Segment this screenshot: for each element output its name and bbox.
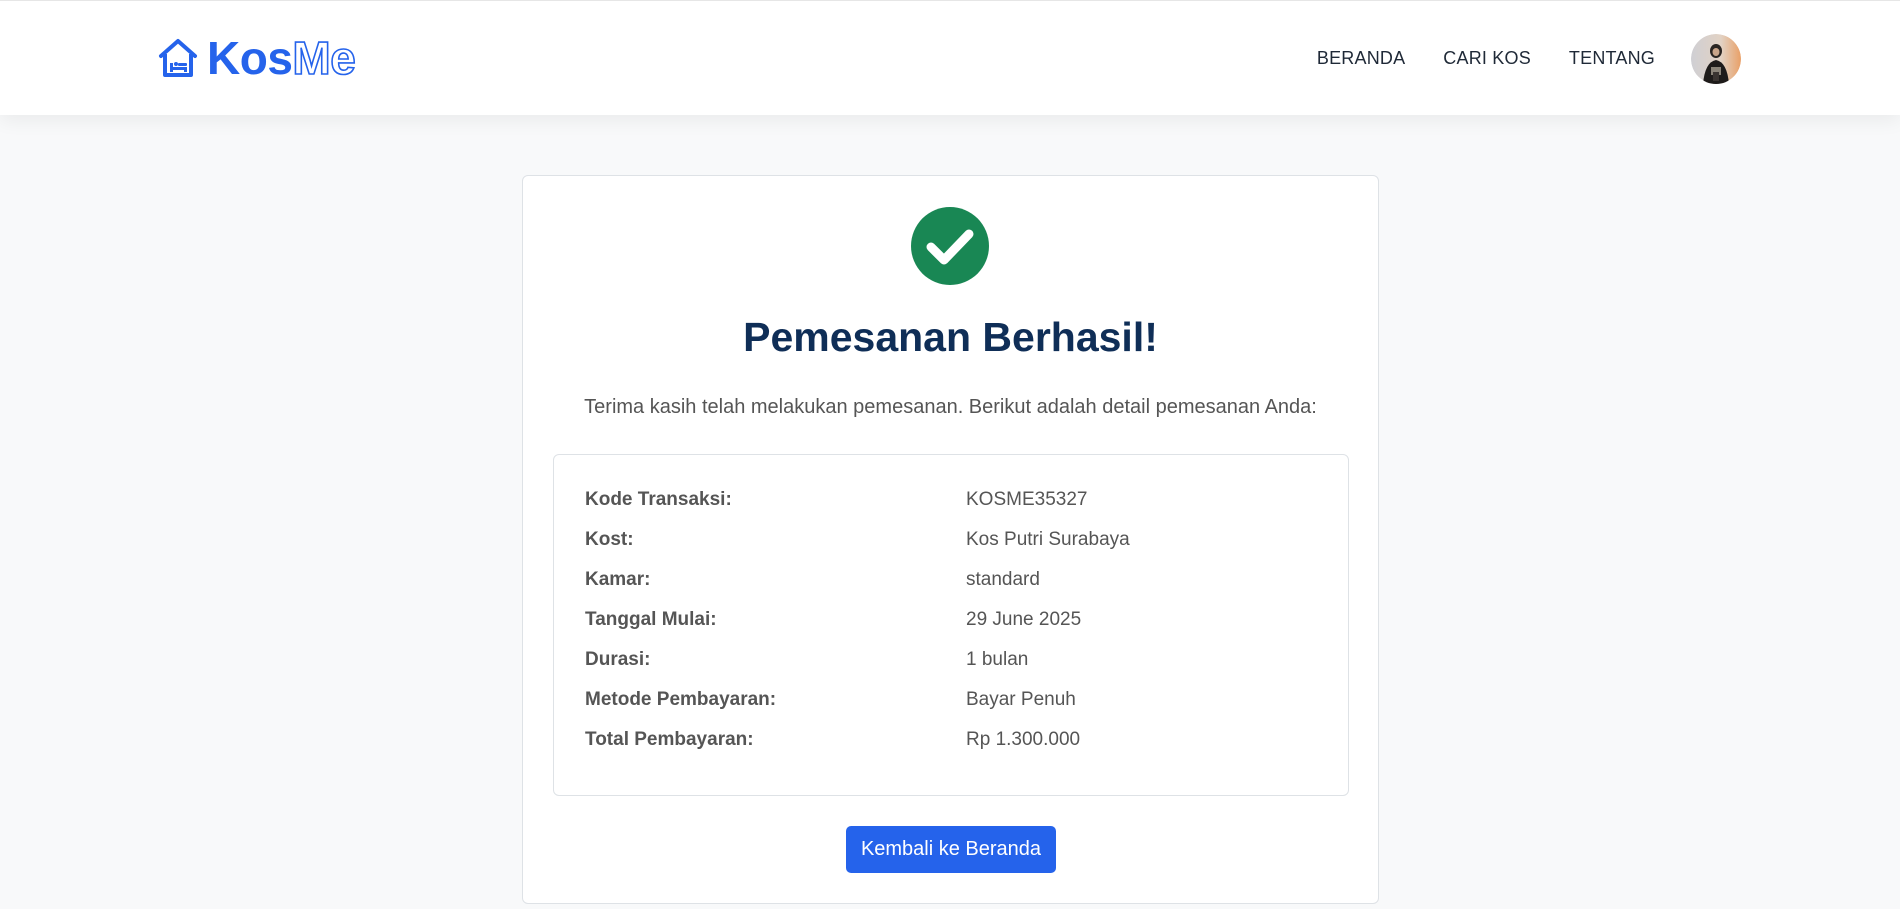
back-to-home-button[interactable]: Kembali ke Beranda — [846, 826, 1056, 873]
detail-label: Total Pembayaran: — [585, 729, 754, 750]
brand-name-me: Me — [292, 32, 357, 84]
detail-label: Tanggal Mulai: — [585, 609, 717, 630]
detail-row-kost: Kost: Kos Putri Surabaya — [585, 520, 1325, 560]
detail-row-duration: Durasi: 1 bulan — [585, 640, 1325, 680]
detail-row-room: Kamar: standard — [585, 560, 1325, 600]
house-bed-icon — [159, 39, 197, 77]
detail-label: Kamar: — [585, 569, 651, 590]
nav-link-beranda[interactable]: BERANDA — [1317, 48, 1405, 69]
brand-name-kos: Kos — [207, 32, 293, 84]
detail-label: Kode Transaksi: — [585, 489, 732, 510]
user-avatar[interactable] — [1691, 33, 1741, 84]
booking-success-card: Pemesanan Berhasil! Terima kasih telah m… — [522, 175, 1379, 904]
detail-value: Rp 1.300.000 — [966, 729, 1081, 750]
detail-row-payment-method: Metode Pembayaran: Bayar Penuh — [585, 680, 1325, 720]
page-title: Pemesanan Berhasil! — [743, 314, 1158, 360]
check-circle-icon — [911, 207, 989, 285]
booking-details-box: Kode Transaksi: KOSME35327 Kost: Kos Put… — [553, 454, 1349, 796]
nav-link-tentang[interactable]: TENTANG — [1569, 48, 1655, 69]
detail-row-transaction-code: Kode Transaksi: KOSME35327 — [585, 480, 1325, 520]
navbar: KosMe BERANDA CARI KOS TENTANG — [0, 0, 1900, 115]
detail-value: standard — [966, 569, 1040, 590]
detail-label: Durasi: — [585, 649, 651, 670]
confirmation-message: Terima kasih telah melakukan pemesanan. … — [584, 396, 1317, 418]
brand-logo[interactable]: KosMe — [157, 32, 357, 84]
detail-value: KOSME35327 — [966, 489, 1088, 510]
detail-label: Metode Pembayaran: — [585, 689, 777, 710]
detail-value: Bayar Penuh — [966, 689, 1076, 710]
brand-name: KosMe — [207, 32, 357, 84]
detail-value: 29 June 2025 — [966, 609, 1082, 630]
detail-row-start-date: Tanggal Mulai: 29 June 2025 — [585, 600, 1325, 640]
detail-label: Kost: — [585, 529, 634, 550]
detail-row-total-payment: Total Pembayaran: Rp 1.300.000 — [585, 720, 1325, 760]
nav-link-cari-kos[interactable]: CARI KOS — [1443, 48, 1531, 69]
detail-value: 1 bulan — [966, 649, 1029, 670]
detail-value: Kos Putri Surabaya — [966, 529, 1130, 550]
nav-links: BERANDA CARI KOS TENTANG — [1317, 1, 1900, 116]
